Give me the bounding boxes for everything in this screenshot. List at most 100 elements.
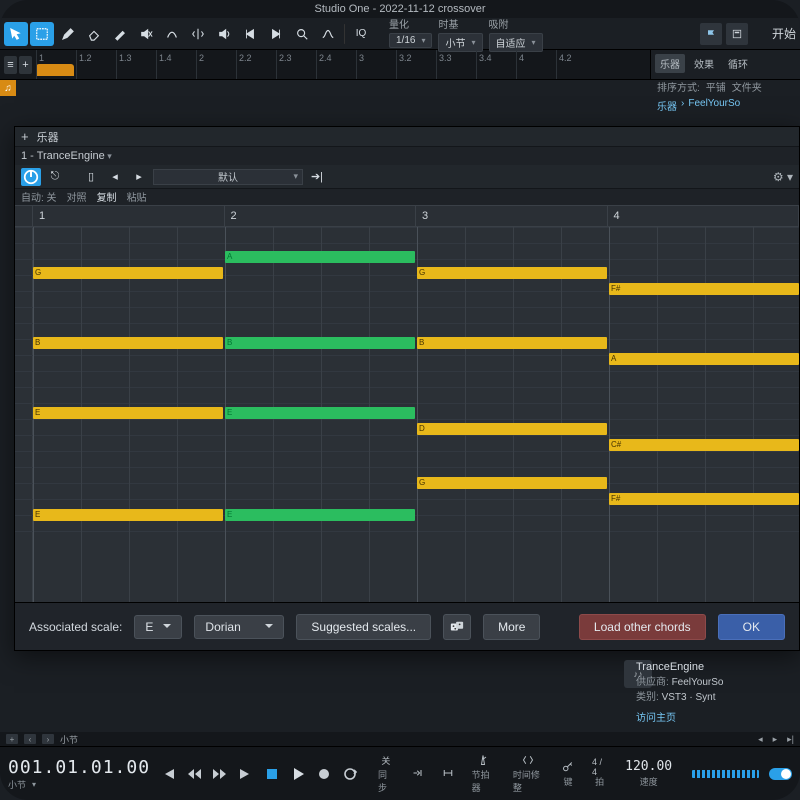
bar-4[interactable]: 4	[608, 206, 800, 226]
go-end-icon[interactable]	[238, 766, 254, 782]
visit-homepage-link[interactable]: 访问主页	[636, 711, 794, 726]
note[interactable]: C#	[609, 439, 799, 451]
split-tool-icon[interactable]	[186, 22, 210, 46]
gear-icon[interactable]: ⚙ ▾	[773, 170, 793, 184]
compare-label[interactable]: 对照	[67, 189, 87, 205]
timestretch-icon[interactable]	[522, 753, 534, 767]
mini-add-icon[interactable]: +	[6, 734, 18, 744]
mini-left-icon[interactable]: ‹	[24, 734, 36, 744]
note[interactable]: A	[225, 251, 415, 263]
sync-off-icon[interactable]: 关	[381, 753, 390, 767]
note[interactable]: F#	[609, 283, 799, 295]
monitor-toggle[interactable]	[769, 768, 792, 780]
scroll-play-icon[interactable]: ▸	[773, 734, 778, 745]
timesig[interactable]: 4 / 4	[592, 760, 607, 774]
sort-flat[interactable]: 平铺	[706, 79, 726, 94]
tab-instruments[interactable]: 乐器	[655, 54, 685, 73]
mini-bars-label[interactable]: 小节	[60, 733, 78, 746]
eraser-tool-icon[interactable]	[82, 22, 106, 46]
tab-loops[interactable]: 循环	[723, 54, 753, 73]
add-instrument-icon[interactable]: +	[21, 129, 29, 144]
tab-effects[interactable]: 效果	[689, 54, 719, 73]
note[interactable]: E	[33, 407, 223, 419]
preset-selector[interactable]: 默认	[153, 169, 303, 185]
paste-label[interactable]: 粘贴	[127, 189, 147, 205]
root-select[interactable]: E	[134, 615, 182, 639]
record-icon[interactable]	[316, 766, 332, 782]
mute-tool-icon[interactable]	[134, 22, 158, 46]
loop-icon[interactable]	[342, 766, 358, 782]
prev-preset-icon[interactable]: ◂	[105, 168, 125, 186]
chord-ruler[interactable]: 1 2 3 4	[15, 205, 799, 227]
piano-roll[interactable]: GBEEABEEGBDGF#AC#F#	[15, 227, 799, 602]
bar-3[interactable]: 3	[416, 206, 608, 226]
crumb-instr[interactable]: 乐器	[657, 98, 677, 113]
note[interactable]: E	[225, 509, 415, 521]
note[interactable]: D	[417, 423, 607, 435]
key-icon[interactable]	[562, 760, 574, 774]
marker-flag-icon[interactable]	[700, 23, 722, 45]
iq-icon[interactable]: IQ	[349, 22, 373, 46]
marquee-tool-icon[interactable]	[30, 22, 54, 46]
suggested-scales-button[interactable]: Suggested scales...	[296, 614, 431, 640]
doc-icon[interactable]: ▯	[81, 168, 101, 186]
go-start-icon[interactable]	[160, 766, 176, 782]
trim-start-icon[interactable]	[238, 22, 262, 46]
forward-icon[interactable]	[212, 766, 228, 782]
copy-label[interactable]: 复制	[97, 189, 117, 205]
arrangement-icon[interactable]	[726, 23, 748, 45]
dice-icon[interactable]	[443, 614, 471, 640]
metronome-icon[interactable]	[477, 753, 489, 767]
ruler-add-icon[interactable]: +	[19, 56, 32, 74]
timecode-unit[interactable]: 小节	[8, 778, 150, 791]
note[interactable]: G	[417, 477, 607, 489]
quantize-value[interactable]: 1/16	[389, 33, 432, 48]
tempo[interactable]: 120.00	[625, 759, 672, 774]
note[interactable]: E	[33, 509, 223, 521]
note[interactable]: F#	[609, 493, 799, 505]
preroll-icon[interactable]	[412, 766, 424, 780]
autopunch-icon[interactable]	[442, 766, 454, 780]
crumb-vendor[interactable]: FeelYourSo	[688, 98, 740, 113]
note[interactable]: G	[33, 267, 223, 279]
rewind-icon[interactable]	[186, 766, 202, 782]
pencil-tool-icon[interactable]	[56, 22, 80, 46]
power-icon[interactable]	[21, 168, 41, 186]
chord-track-icon[interactable]: ♫	[0, 80, 16, 96]
snap-value[interactable]: 自适应	[489, 33, 543, 52]
scroll-left-icon[interactable]: ◂	[758, 734, 763, 745]
paint-tool-icon[interactable]	[108, 22, 132, 46]
note[interactable]: G	[417, 267, 607, 279]
note[interactable]: A	[609, 353, 799, 365]
bar-1[interactable]: 1	[33, 206, 225, 226]
timecode[interactable]: 001.01.01.00	[8, 757, 150, 778]
ruler-menu-icon[interactable]: ≡	[4, 56, 17, 74]
track-selector[interactable]: 1 - TranceEngine	[21, 150, 112, 162]
automation-tool-icon[interactable]	[316, 22, 340, 46]
note[interactable]: E	[225, 407, 415, 419]
auto-off-label[interactable]: 自动: 关	[21, 189, 57, 205]
scroll-end-icon[interactable]: ▸|	[787, 734, 794, 745]
timebase-value[interactable]: 小节	[438, 33, 482, 52]
ok-button[interactable]: OK	[718, 614, 785, 640]
bar-2[interactable]: 2	[225, 206, 417, 226]
load-chords-button[interactable]: Load other chords	[579, 614, 706, 640]
trim-end-icon[interactable]	[264, 22, 288, 46]
stop-icon[interactable]	[264, 766, 280, 782]
listen-tool-icon[interactable]	[212, 22, 236, 46]
mini-right-icon[interactable]: ›	[42, 734, 54, 744]
timeline-ruler[interactable]: 11.21.31.422.22.32.433.23.33.444.2	[36, 50, 650, 79]
pin-icon[interactable]: ⎋	[45, 168, 65, 186]
note[interactable]: B	[417, 337, 607, 349]
save-preset-icon[interactable]: ➔|	[307, 168, 327, 186]
next-preset-icon[interactable]: ▸	[129, 168, 149, 186]
more-button[interactable]: More	[483, 614, 540, 640]
arrow-tool-icon[interactable]	[4, 22, 28, 46]
note[interactable]: B	[225, 337, 415, 349]
zoom-tool-icon[interactable]	[290, 22, 314, 46]
note[interactable]: B	[33, 337, 223, 349]
mode-select[interactable]: Dorian	[194, 615, 284, 639]
bend-tool-icon[interactable]	[160, 22, 184, 46]
sort-folder[interactable]: 文件夹	[732, 79, 762, 94]
play-icon[interactable]	[290, 766, 306, 782]
